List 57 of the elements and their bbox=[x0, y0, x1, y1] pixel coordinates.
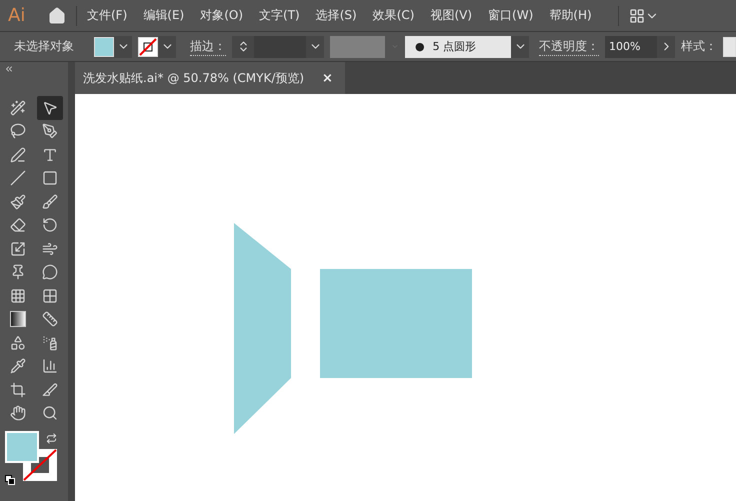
tool-button[interactable] bbox=[37, 96, 63, 120]
warp-icon bbox=[42, 240, 58, 257]
stroke-label[interactable]: 描边： bbox=[190, 38, 226, 56]
menu-item[interactable]: 选择(S) bbox=[316, 7, 357, 24]
line-icon bbox=[10, 170, 26, 186]
home-icon[interactable] bbox=[48, 6, 66, 24]
rectangle-icon bbox=[42, 170, 58, 186]
menu-item[interactable]: 视图(V) bbox=[430, 7, 472, 24]
variable-width-field bbox=[330, 36, 386, 58]
stroke-none-swatch[interactable] bbox=[138, 36, 158, 56]
collapse-icon[interactable] bbox=[4, 64, 14, 74]
eraser-icon bbox=[10, 217, 26, 234]
lasso-icon bbox=[10, 123, 26, 140]
pin-icon bbox=[10, 264, 26, 280]
menu-item[interactable]: 对象(O) bbox=[200, 7, 244, 24]
layout-icon[interactable] bbox=[628, 8, 645, 24]
selection-arrow-icon bbox=[42, 100, 58, 116]
menu-item[interactable]: 窗口(W) bbox=[488, 7, 534, 24]
close-button[interactable]: × bbox=[322, 70, 333, 86]
rotate-icon bbox=[42, 217, 58, 234]
fill-color-swatch[interactable] bbox=[5, 431, 39, 463]
hand-icon bbox=[10, 405, 26, 422]
pen-icon bbox=[42, 123, 58, 140]
paintbrush-icon bbox=[10, 194, 26, 210]
opacity-label[interactable]: 不透明度： bbox=[539, 38, 599, 56]
style-swatch[interactable] bbox=[723, 36, 736, 56]
speech-bubble-icon bbox=[42, 264, 58, 280]
curved-pen-icon bbox=[10, 146, 26, 163]
grid-icon bbox=[10, 288, 26, 304]
mesh-icon bbox=[42, 288, 58, 304]
selection-label: 未选择对象 bbox=[14, 38, 74, 55]
menu-item[interactable]: 编辑(E) bbox=[143, 7, 184, 24]
default-colors-icon[interactable] bbox=[5, 475, 15, 485]
crop-icon bbox=[10, 382, 26, 398]
fill-swatch[interactable] bbox=[94, 36, 114, 56]
document-tab[interactable]: 洗发水贴纸.ai* @ 50.78% (CMYK/预览) × bbox=[75, 62, 345, 94]
shapes-icon bbox=[10, 334, 26, 351]
menu-item[interactable]: 文件(F) bbox=[87, 7, 128, 24]
app-logo: Ai bbox=[8, 5, 26, 26]
menu-item[interactable]: 效果(C) bbox=[372, 7, 414, 24]
opacity-field[interactable]: 100% bbox=[605, 36, 657, 58]
eyedropper-icon bbox=[10, 358, 26, 374]
scale-icon bbox=[10, 240, 26, 257]
magic-wand-icon bbox=[10, 100, 26, 116]
ruler-icon bbox=[42, 311, 58, 328]
knife-icon bbox=[42, 382, 58, 398]
zoom-icon bbox=[42, 405, 58, 422]
brush-icon bbox=[42, 194, 58, 210]
column-chart-icon bbox=[42, 358, 58, 374]
gradient-icon bbox=[10, 311, 26, 328]
menu-item[interactable]: 文字(T) bbox=[259, 7, 300, 24]
brush-field[interactable]: ● 5 点圆形 bbox=[405, 36, 511, 58]
style-label: 样式： bbox=[681, 38, 717, 55]
menu-item[interactable]: 帮助(H) bbox=[549, 7, 592, 24]
type-icon bbox=[42, 146, 58, 163]
spray-can-icon bbox=[42, 334, 58, 351]
swap-icon[interactable] bbox=[46, 433, 57, 444]
